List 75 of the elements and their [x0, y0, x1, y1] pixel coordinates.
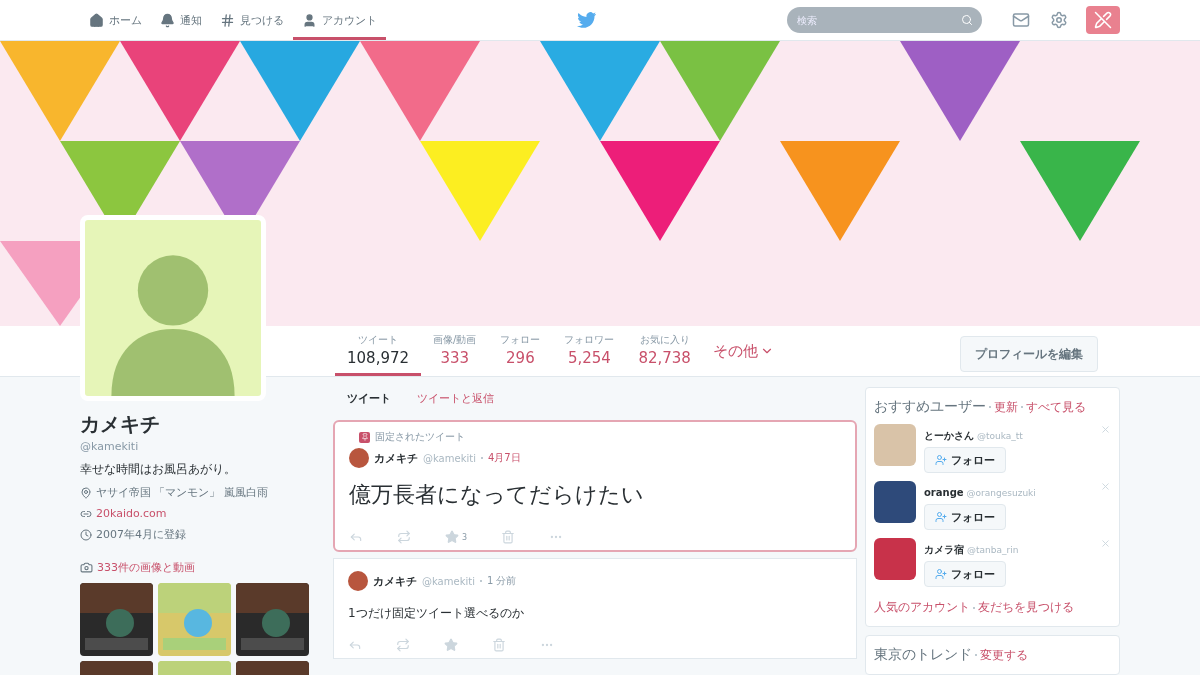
timeline-tab[interactable]: ツイートと返信 — [409, 387, 502, 410]
pinned-label: 固定されたツイート — [375, 430, 465, 444]
footer-link[interactable]: 人気のアカウント — [874, 599, 970, 616]
stat-tab[interactable]: お気に入り 82,738 — [626, 326, 703, 376]
user-handle: @tanba_rin — [967, 545, 1019, 555]
reply-icon[interactable] — [348, 638, 362, 652]
user-name[interactable]: orange — [924, 487, 964, 498]
timeline-tab[interactable]: ツイート — [339, 387, 399, 410]
follow-button[interactable]: フォロー — [924, 561, 1006, 587]
profile-bio: 幸せな時間はお風呂あがり。 — [80, 461, 237, 478]
user-avatar[interactable] — [349, 448, 369, 468]
media-link[interactable]: 333件の画像と動画 — [97, 560, 195, 575]
stat-tab[interactable]: 画像/動画 333 — [421, 326, 489, 376]
search-field[interactable]: 検索 — [787, 7, 982, 33]
retweet-icon[interactable] — [397, 530, 411, 544]
search-icon — [961, 14, 973, 26]
card-title: 東京のトレンド — [874, 646, 972, 664]
edit-profile-button[interactable]: プロフィールを編集 — [960, 336, 1098, 372]
user-handle: @orangesuzuki — [966, 488, 1036, 498]
pen-off-icon — [1094, 11, 1112, 29]
profile-name: カメキチ — [80, 411, 161, 438]
follow-button[interactable]: フォロー — [924, 504, 1006, 530]
more-menu[interactable]: その他 — [702, 326, 784, 376]
tweet-author[interactable]: カメキチ — [373, 573, 417, 589]
footer-link[interactable]: 友だちを見つける — [978, 599, 1074, 616]
stat-tab[interactable]: フォロワー 5,254 — [552, 326, 627, 376]
clock-icon — [80, 528, 92, 541]
camera-icon — [80, 561, 93, 574]
user-name[interactable]: とーかさん — [924, 430, 974, 441]
favorite-count: 3 — [462, 532, 468, 542]
bell-icon — [160, 12, 175, 28]
reply-icon[interactable] — [349, 530, 363, 544]
view-all-link[interactable]: すべて見る — [1026, 398, 1086, 416]
follow-button[interactable]: フォロー — [924, 447, 1006, 473]
user-plus-icon — [935, 568, 947, 580]
tweet-time[interactable]: 4月7日 — [487, 451, 521, 465]
location-text: ヤサイ帝国 「マンモン」 嵐風白雨 — [96, 485, 268, 500]
refresh-link[interactable]: 更新 — [994, 398, 1018, 416]
close-icon[interactable] — [1100, 538, 1111, 549]
tweet-text: 億万長者になってだらけたい — [349, 481, 645, 509]
star-icon[interactable] — [445, 530, 459, 544]
retweet-icon[interactable] — [396, 638, 410, 652]
tweet-handle: @kamekiti — [423, 452, 476, 464]
user-avatar[interactable] — [348, 571, 368, 591]
tweet-text: 1つだけ固定ツイート選べるのか — [348, 605, 525, 622]
website-link[interactable]: 20kaido.com — [96, 507, 167, 520]
nav-tab[interactable]: 見つける — [211, 0, 293, 40]
nav-tab[interactable]: 通知 — [151, 0, 211, 40]
user-plus-icon — [935, 511, 947, 523]
user-avatar[interactable] — [874, 481, 916, 523]
trash-icon[interactable] — [492, 638, 506, 652]
trash-icon[interactable] — [501, 530, 516, 544]
join-date: 2007年4月に登録 — [96, 527, 186, 542]
pin-icon — [359, 431, 370, 443]
stat-tab[interactable]: フォロー 296 — [488, 326, 553, 376]
close-icon[interactable] — [1100, 424, 1111, 435]
user-icon — [302, 12, 317, 28]
location-icon — [80, 486, 92, 499]
user-plus-icon — [935, 454, 947, 466]
nav-tab[interactable]: ホーム — [80, 0, 151, 40]
change-link[interactable]: 変更する — [980, 646, 1028, 664]
card-title: おすすめユーザー — [874, 398, 986, 416]
profile-handle: @kamekiti — [80, 440, 140, 453]
bird-logo[interactable] — [576, 12, 597, 28]
stat-tab[interactable]: ツイート 108,972 — [335, 326, 422, 376]
home-icon — [89, 12, 104, 28]
close-icon[interactable] — [1100, 481, 1111, 492]
star-icon[interactable] — [444, 638, 458, 652]
compose-button[interactable] — [1086, 6, 1120, 34]
user-name[interactable]: カメラ宿 — [924, 544, 964, 555]
hash-icon — [220, 12, 235, 28]
tweet-author[interactable]: カメキチ — [374, 450, 418, 466]
tweet-handle: @kamekiti — [422, 575, 475, 587]
user-handle: @touka_tt — [977, 431, 1023, 441]
tweet-time[interactable]: 1 分前 — [486, 574, 517, 588]
